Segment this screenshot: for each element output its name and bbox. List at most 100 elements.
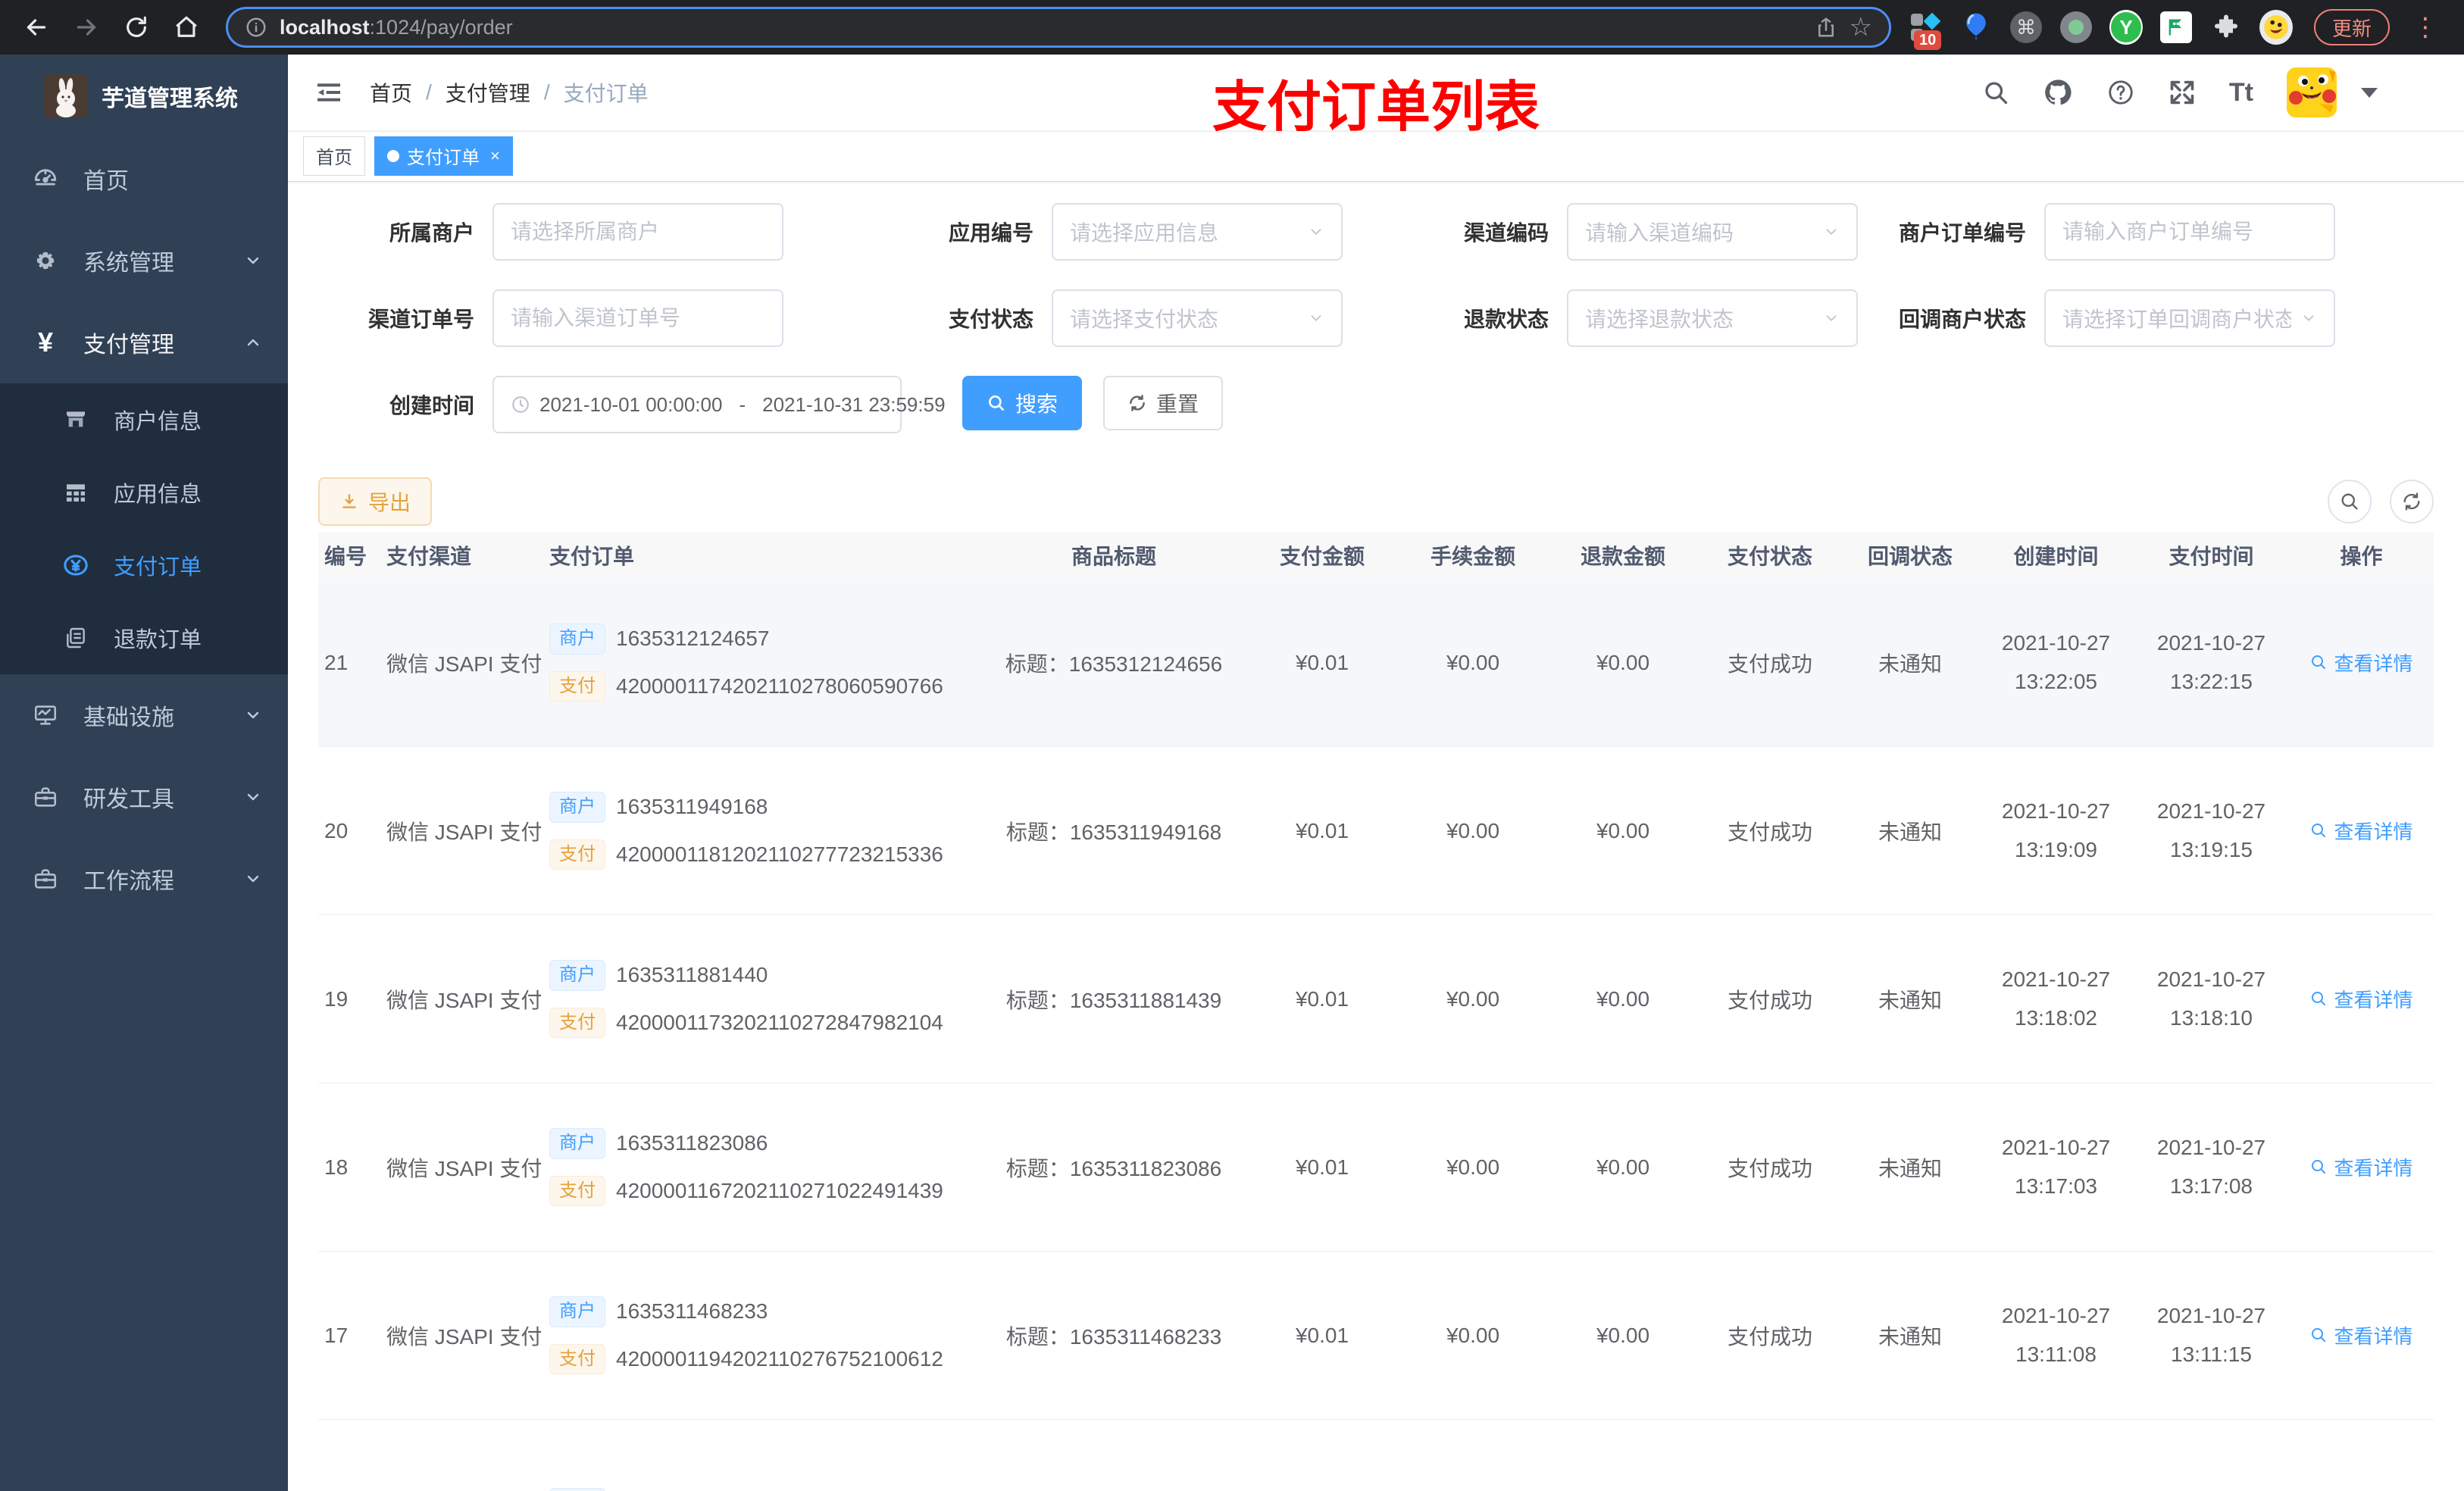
fullscreen-icon[interactable] (2169, 79, 2196, 106)
sidebar: 芋道管理系统 首页 系统管理 ¥ 支付管理 商户信息 应用信息 支付订单 退款订… (0, 55, 288, 1491)
site-info-icon[interactable] (245, 16, 267, 39)
sidebar-item-merchant-info[interactable]: 商户信息 (0, 383, 288, 456)
sidebar-item-devtools[interactable]: 研发工具 (0, 756, 288, 838)
payment-submenu: 商户信息 应用信息 支付订单 退款订单 (0, 383, 288, 674)
pay-status-select[interactable]: 请选择支付状态 (1052, 289, 1343, 347)
sidebar-item-app-info[interactable]: 应用信息 (0, 456, 288, 529)
create-time-range-input[interactable]: 2021-10-01 00:00:00 - 2021-10-31 23:59:5… (492, 376, 946, 433)
balloon-extension-icon[interactable] (1959, 11, 1993, 44)
browser-forward-icon[interactable] (65, 6, 108, 48)
merchant-tag: 商户 (549, 1127, 605, 1159)
search-button[interactable]: 搜索 (962, 376, 1083, 430)
filter-merchant: 所属商户 (318, 203, 783, 261)
filter-notify-status: 回调商户状态 请选择订单回调商户状态 (1870, 289, 2335, 347)
browser-menu-icon[interactable]: ⋮ (2406, 14, 2444, 40)
extension-pinned-icon[interactable]: 10 (1909, 11, 1943, 50)
filter-row-1: 所属商户 应用编号 请选择应用信息 渠道编码 请输入渠道编码 (318, 203, 2434, 261)
refresh-button[interactable] (2390, 480, 2434, 524)
filter-merchant-order-no: 商户订单编号 (1870, 203, 2335, 261)
sidebar-logo[interactable]: 芋道管理系统 (0, 55, 288, 138)
browser-back-icon[interactable] (15, 6, 58, 48)
table-row[interactable]: 19 微信 JSAPI 支付 商户 1635311881440 支付 4200001… (318, 915, 2434, 1083)
bookmark-star-icon[interactable]: ☆ (1850, 14, 1872, 40)
view-detail-link[interactable]: 查看详情 (2309, 817, 2413, 845)
chevron-down-icon (1308, 310, 1324, 327)
page-title-annotation: 支付订单列表 (1212, 77, 1540, 138)
store-icon (61, 408, 91, 432)
merchant-order-no-input[interactable] (2044, 203, 2335, 261)
table-row[interactable]: 商户1635311351786 (318, 1420, 2434, 1491)
sidebar-item-label: 基础设施 (83, 705, 174, 730)
emoji-profile-icon[interactable] (2259, 10, 2293, 45)
reset-button[interactable]: 重置 (1103, 376, 1224, 430)
y-extension-icon[interactable]: Y (2109, 10, 2143, 45)
sidebar-item-pay-order[interactable]: 支付订单 (0, 529, 288, 602)
chevron-down-icon (1308, 223, 1324, 240)
notify-status-select[interactable]: 请选择订单回调商户状态 (2044, 289, 2335, 347)
table-header: 编号 支付渠道 支付订单 商品标题 支付金额 手续金额 退款金额 支付状态 回调… (318, 532, 2434, 579)
url-text: localhost:1024/pay/order (280, 15, 513, 39)
browser-reload-icon[interactable] (115, 6, 158, 48)
view-detail-link[interactable]: 查看详情 (2309, 1153, 2413, 1181)
sidebar-item-label: 研发工具 (83, 787, 174, 812)
sidebar-item-label: 工作流程 (83, 869, 174, 894)
export-button[interactable]: 导出 (318, 477, 433, 526)
chevron-down-icon (244, 252, 262, 270)
browser-home-icon[interactable] (165, 6, 208, 48)
sidebar-item-home[interactable]: 首页 (0, 138, 288, 220)
browser-toolbar: localhost:1024/pay/order ☆ 10 ⌘ Y 更新 ⋮ (0, 0, 2464, 55)
filter-channel-order-no: 渠道订单号 (318, 289, 783, 347)
sidebar-collapse-icon[interactable] (314, 77, 344, 108)
help-icon[interactable] (2106, 78, 2135, 107)
avatar[interactable] (2287, 67, 2337, 117)
chevron-down-icon[interactable] (2361, 87, 2378, 98)
merchant-tag: 商户 (549, 1296, 605, 1327)
sidebar-item-refund-order[interactable]: 退款订单 (0, 602, 288, 674)
sidebar-item-workflow[interactable]: 工作流程 (0, 838, 288, 920)
merchant-input[interactable] (492, 203, 783, 261)
view-detail-link[interactable]: 查看详情 (2309, 649, 2413, 677)
flag-extension-icon[interactable] (2159, 11, 2193, 44)
sidebar-item-payment[interactable]: ¥ 支付管理 (0, 302, 288, 383)
tab-pay-order[interactable]: 支付订单 × (374, 136, 513, 176)
font-size-icon[interactable]: Tt (2229, 78, 2253, 108)
breadcrumb-payment[interactable]: 支付管理 (446, 77, 530, 108)
browser-update-button[interactable]: 更新 (2313, 9, 2390, 45)
breadcrumb-home[interactable]: 首页 (370, 77, 412, 108)
record-extension-icon[interactable] (2059, 11, 2093, 44)
command-extension-icon[interactable]: ⌘ (2009, 11, 2043, 44)
active-dot (387, 149, 399, 162)
channel-order-no-input[interactable] (492, 289, 783, 347)
filter-pay-status: 支付状态 请选择支付状态 (877, 289, 1343, 347)
search-icon[interactable] (1982, 79, 2009, 106)
show-search-toggle-button[interactable] (2328, 480, 2372, 524)
refund-status-select[interactable]: 请选择退款状态 (1567, 289, 1858, 347)
sidebar-item-infra[interactable]: 基础设施 (0, 674, 288, 756)
view-detail-link[interactable]: 查看详情 (2309, 985, 2413, 1013)
github-icon[interactable] (2043, 77, 2073, 108)
table-row[interactable]: 17 微信 JSAPI 支付 商户 1635311468233 支付 4200001… (318, 1252, 2434, 1420)
close-icon[interactable]: × (490, 146, 500, 166)
extensions-puzzle-icon[interactable] (2209, 11, 2243, 44)
tab-home[interactable]: 首页 (303, 136, 365, 176)
chevron-down-icon (244, 788, 262, 806)
toolbox-icon (30, 784, 61, 810)
sidebar-item-label: 支付管理 (83, 333, 174, 358)
table-row[interactable]: 18 微信 JSAPI 支付 商户 1635311823086 支付 4200001… (318, 1083, 2434, 1252)
table-row[interactable]: 20 微信 JSAPI 支付 商户 1635311949168 支付 4200001… (318, 747, 2434, 915)
pay-tag: 支付 (549, 1175, 605, 1207)
view-detail-link[interactable]: 查看详情 (2309, 1321, 2413, 1349)
merchant-tag: 商户 (549, 791, 605, 823)
chevron-up-icon (244, 333, 262, 352)
gear-icon (30, 248, 61, 274)
app-select[interactable]: 请选择应用信息 (1052, 203, 1343, 261)
pay-tag: 支付 (549, 1343, 605, 1375)
share-icon[interactable] (1815, 16, 1837, 39)
address-bar[interactable]: localhost:1024/pay/order ☆ (226, 7, 1891, 48)
extension-area: 10 ⌘ Y 更新 ⋮ (1909, 9, 2449, 50)
sidebar-item-system[interactable]: 系统管理 (0, 220, 288, 302)
monitor-icon (30, 702, 61, 728)
grid-icon (61, 480, 91, 505)
channel-code-select[interactable]: 请输入渠道编码 (1567, 203, 1858, 261)
table-row[interactable]: 21 微信 JSAPI 支付 商户 1635312124657 支付 4200001… (318, 579, 2434, 747)
